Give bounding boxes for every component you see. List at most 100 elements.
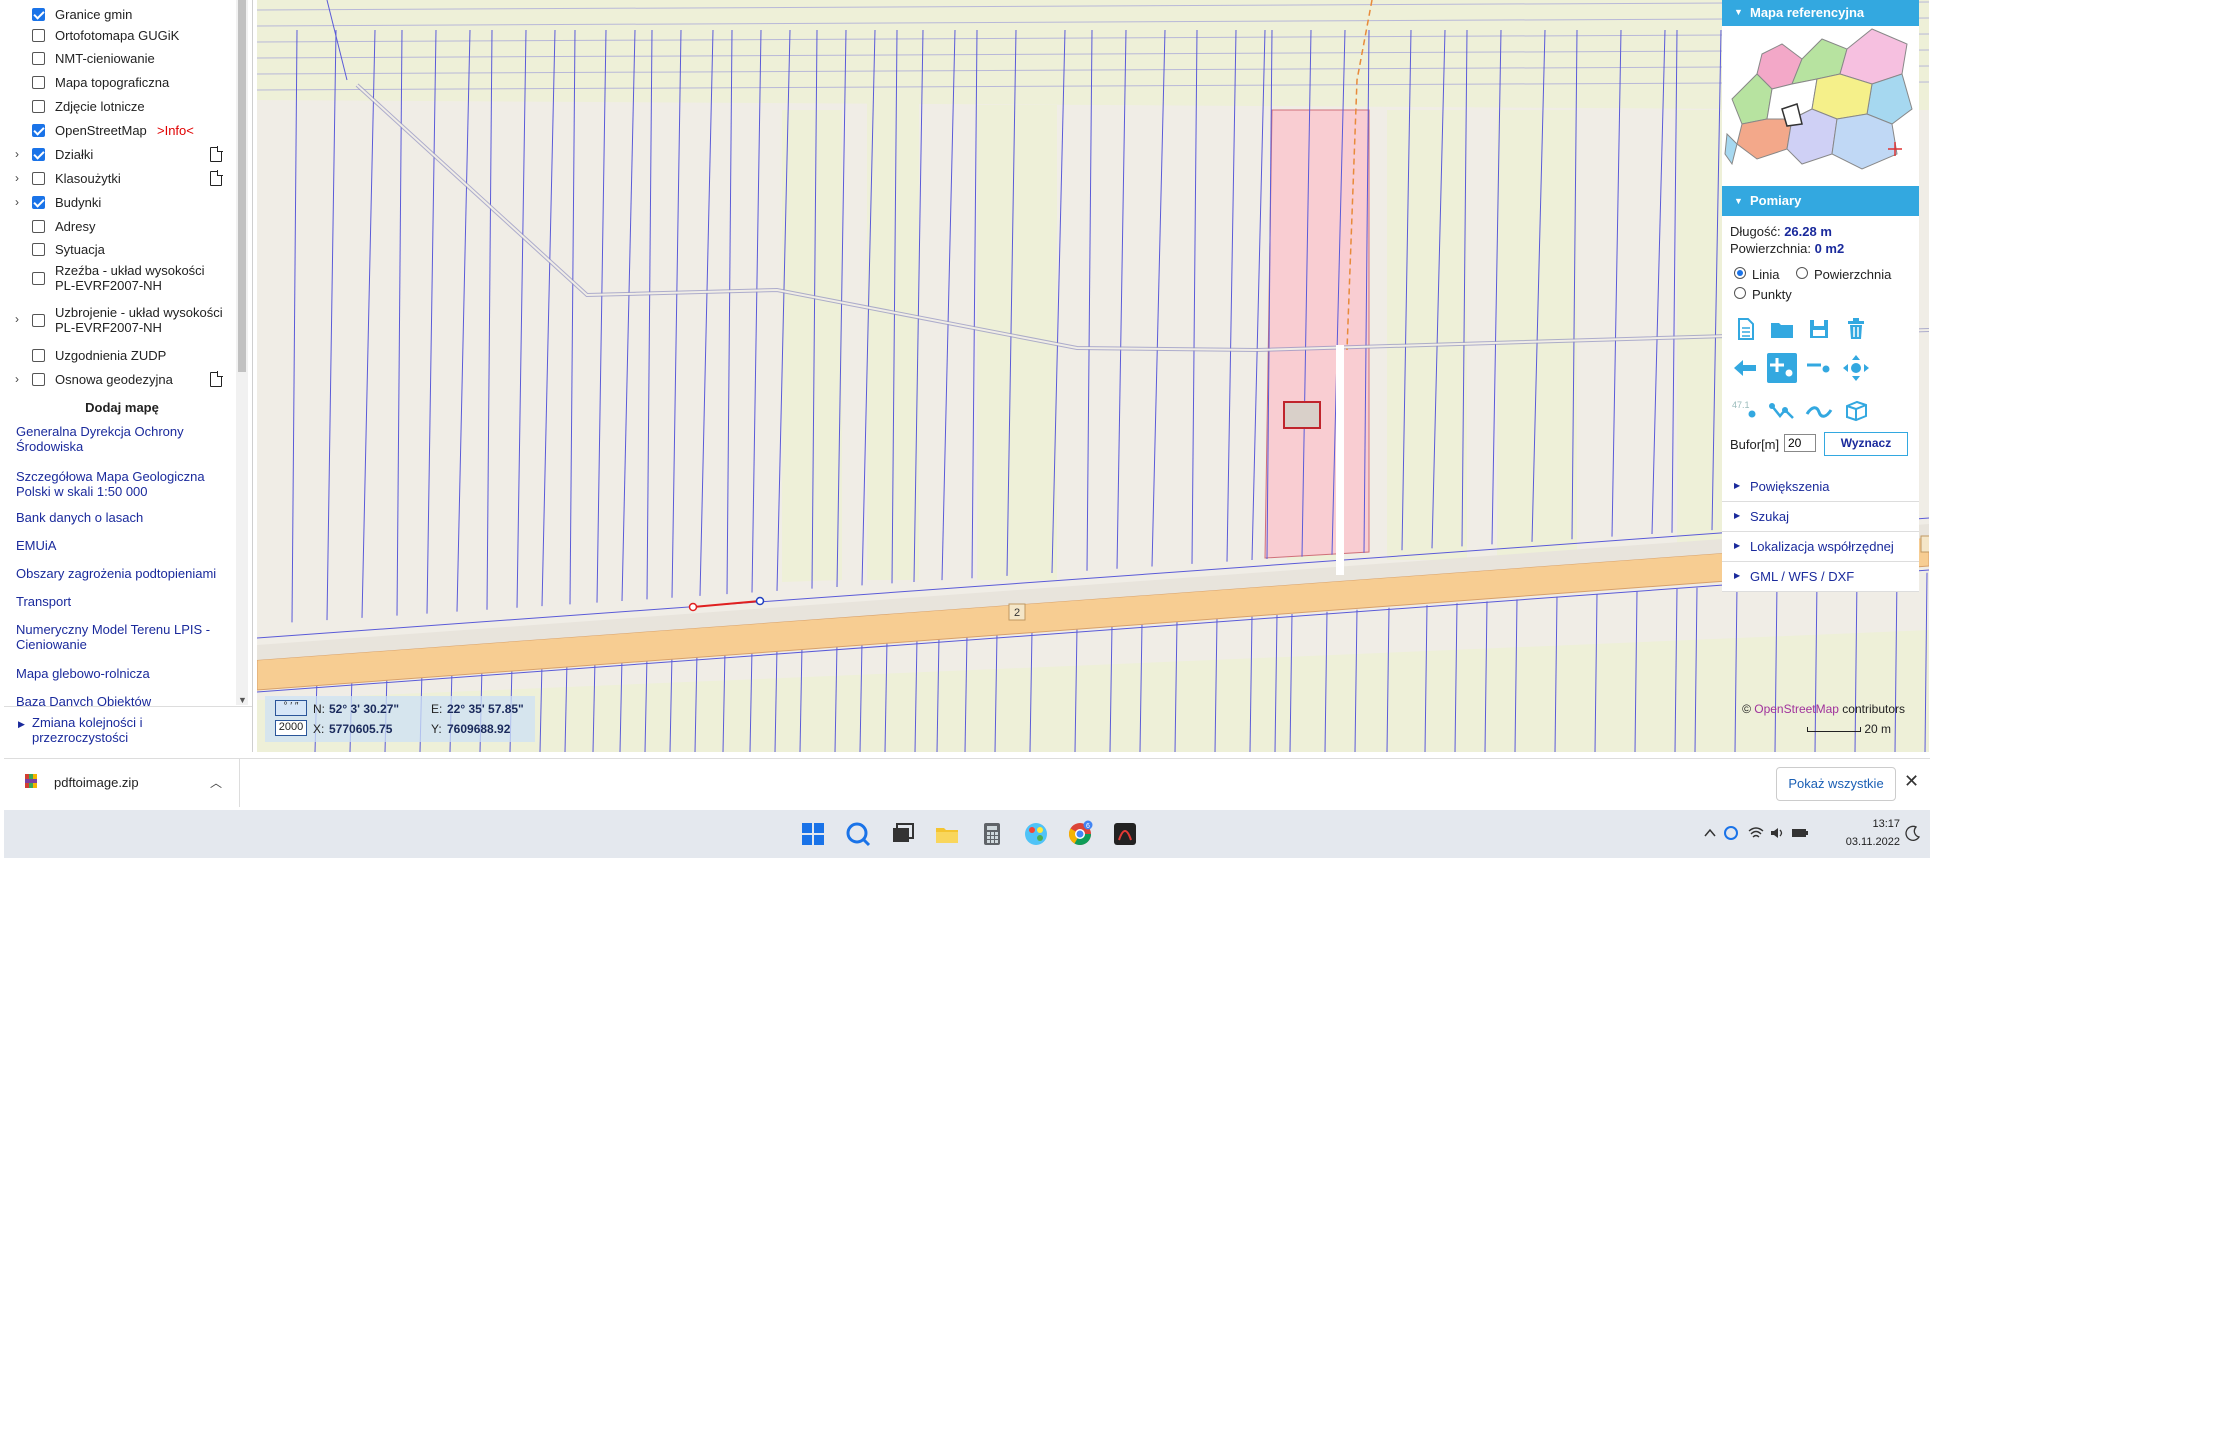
- expand-chevron-icon[interactable]: ›: [12, 147, 22, 161]
- layer-row[interactable]: Sytuacja: [4, 239, 234, 261]
- paint-button[interactable]: [1022, 820, 1050, 848]
- clock-date[interactable]: 03.11.2022: [1830, 836, 1900, 848]
- open-button[interactable]: [1767, 314, 1797, 344]
- calculator-button[interactable]: [978, 820, 1006, 848]
- layer-row[interactable]: Rzeźba - układ wysokości PL-EVRF2007-NH: [4, 262, 234, 294]
- layer-checkbox[interactable]: [32, 314, 45, 327]
- minimap-header[interactable]: ▼ Mapa referencyjna: [1722, 0, 1919, 26]
- measure-header[interactable]: ▼ Pomiary: [1722, 186, 1919, 216]
- new-measure-button[interactable]: [1730, 314, 1760, 344]
- expand-chevron-icon[interactable]: ›: [12, 171, 22, 185]
- search-button[interactable]: [844, 820, 872, 848]
- save-button[interactable]: [1804, 314, 1834, 344]
- layer-panel-scrollbar[interactable]: ▼: [236, 0, 248, 705]
- layer-row[interactable]: › Budynki: [4, 192, 234, 214]
- panel-section-toggle[interactable]: ▶ Lokalizacja współrzędnej: [1722, 532, 1919, 562]
- layer-checkbox[interactable]: [32, 124, 45, 137]
- file-explorer-button[interactable]: [933, 820, 961, 848]
- layer-row[interactable]: Uzgodnienia ZUDP: [4, 345, 234, 367]
- task-view-button[interactable]: [889, 820, 917, 848]
- layer-checkbox[interactable]: [32, 196, 45, 209]
- tray-expand-icon[interactable]: [1701, 824, 1719, 842]
- move-vertex-button[interactable]: [1841, 353, 1871, 383]
- scroll-down-icon[interactable]: ▼: [238, 695, 247, 705]
- layer-row[interactable]: › Uzbrojenie - układ wysokości PL-EVRF200…: [4, 304, 234, 336]
- sync-icon[interactable]: [1722, 824, 1740, 842]
- expand-chevron-icon[interactable]: ›: [12, 195, 22, 209]
- radio-area[interactable]: [1796, 267, 1808, 279]
- expand-chevron-icon[interactable]: ›: [12, 372, 22, 386]
- coord-system-icon[interactable]: 2000: [275, 720, 307, 736]
- download-item[interactable]: pdftoimage.zip ︿: [4, 759, 240, 807]
- layer-order-toggle[interactable]: ▶ Zmiana kolejności i przezroczystości: [4, 706, 252, 752]
- layer-checkbox[interactable]: [32, 220, 45, 233]
- volume-icon[interactable]: [1768, 824, 1786, 842]
- layer-checkbox[interactable]: [32, 172, 45, 185]
- layer-metadata-icon[interactable]: [210, 170, 223, 186]
- add-map-link[interactable]: EMUiA: [16, 538, 231, 553]
- layer-row[interactable]: Adresy: [4, 216, 234, 238]
- attribution-prefix: ©: [1742, 702, 1755, 716]
- add-map-link[interactable]: Generalna Dyrekcja Ochrony Środowiska: [16, 424, 231, 454]
- layer-checkbox[interactable]: [32, 100, 45, 113]
- delete-button[interactable]: [1841, 314, 1871, 344]
- radio-line[interactable]: [1734, 267, 1746, 279]
- add-map-link[interactable]: Obszary zagrożenia podtopieniami: [16, 566, 231, 581]
- layer-checkbox[interactable]: [32, 8, 45, 21]
- scrollbar-thumb[interactable]: [238, 0, 246, 372]
- label-measure-button[interactable]: 47.1: [1730, 396, 1760, 426]
- add-map-link[interactable]: Mapa glebowo-rolnicza: [16, 666, 231, 681]
- layer-row[interactable]: Zdjęcie lotnicze: [4, 96, 234, 118]
- curve-button[interactable]: [1804, 396, 1834, 426]
- expand-chevron-icon[interactable]: ›: [12, 312, 22, 326]
- layer-checkbox[interactable]: [32, 29, 45, 42]
- layer-checkbox[interactable]: [32, 272, 45, 285]
- polyline-button[interactable]: [1767, 396, 1797, 426]
- panel-section-toggle[interactable]: ▶ Szukaj: [1722, 502, 1919, 532]
- layer-row[interactable]: Ortofotomapa GUGiK: [4, 25, 234, 47]
- layer-checkbox[interactable]: [32, 349, 45, 362]
- add-map-link[interactable]: Transport: [16, 594, 231, 609]
- map-canvas[interactable]: 2 ° ′ ″ 2000 N: 52° 3' 30.27" E: 22° 35'…: [257, 0, 1929, 752]
- add-map-link[interactable]: Szczegółowa Mapa Geologiczna Polski w sk…: [16, 469, 231, 499]
- layer-checkbox[interactable]: [32, 76, 45, 89]
- layer-metadata-icon[interactable]: [210, 371, 223, 387]
- layer-row[interactable]: › Działki: [4, 144, 234, 166]
- layer-checkbox[interactable]: [32, 148, 45, 161]
- buffer-input[interactable]: [1784, 434, 1816, 452]
- layer-info-link[interactable]: >Info<: [157, 123, 194, 138]
- layer-row[interactable]: OpenStreetMap >Info<: [4, 120, 234, 142]
- layer-row[interactable]: › Klasoużytki: [4, 168, 234, 190]
- panel-section-toggle[interactable]: ▶ Powiększenia: [1722, 472, 1919, 502]
- reference-minimap[interactable]: [1722, 14, 1919, 186]
- show-all-downloads-button[interactable]: Pokaż wszystkie: [1776, 767, 1896, 801]
- chrome-button[interactable]: 6: [1066, 820, 1094, 848]
- layer-metadata-icon[interactable]: [210, 146, 223, 162]
- start-button[interactable]: [799, 820, 827, 848]
- remove-vertex-button[interactable]: [1804, 353, 1834, 383]
- clock-time[interactable]: 13:17: [1856, 818, 1900, 830]
- radio-points[interactable]: [1734, 287, 1746, 299]
- close-icon[interactable]: ✕: [1904, 771, 1919, 792]
- layer-row[interactable]: Mapa topograficzna: [4, 72, 234, 94]
- add-map-link[interactable]: Bank danych o lasach: [16, 510, 231, 525]
- geo-format-icon[interactable]: ° ′ ″: [275, 700, 307, 716]
- compute-button[interactable]: Wyznacz: [1824, 432, 1908, 456]
- layer-checkbox[interactable]: [32, 52, 45, 65]
- layer-row[interactable]: NMT-cieniowanie: [4, 48, 234, 70]
- chevron-up-icon[interactable]: ︿: [210, 774, 222, 791]
- wifi-icon[interactable]: [1747, 824, 1765, 842]
- add-vertex-button[interactable]: [1767, 353, 1797, 383]
- acrobat-button[interactable]: [1111, 820, 1139, 848]
- 3d-measure-button[interactable]: [1841, 396, 1871, 426]
- layer-row[interactable]: Granice gmin: [4, 4, 234, 26]
- osm-link[interactable]: OpenStreetMap: [1754, 702, 1839, 716]
- layer-checkbox[interactable]: [32, 243, 45, 256]
- undo-button[interactable]: [1730, 353, 1760, 383]
- battery-icon[interactable]: [1790, 824, 1810, 842]
- layer-row[interactable]: › Osnowa geodezyjna: [4, 369, 234, 391]
- add-map-link[interactable]: Numeryczny Model Terenu LPIS - Cieniowan…: [16, 622, 231, 652]
- layer-checkbox[interactable]: [32, 373, 45, 386]
- moon-icon[interactable]: [1904, 824, 1922, 842]
- panel-section-toggle[interactable]: ▶ GML / WFS / DXF: [1722, 562, 1919, 592]
